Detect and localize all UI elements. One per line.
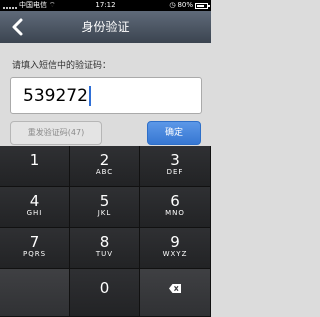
key-letters: GHI (26, 209, 43, 217)
battery-percent: 80% (177, 1, 193, 9)
key-8[interactable]: 8 TUV (70, 228, 140, 269)
key-number: 1 (29, 151, 40, 169)
key-letters: ABC (95, 168, 114, 176)
battery-fill (197, 4, 205, 7)
key-5[interactable]: 5 JKL (70, 187, 140, 228)
battery-icon (195, 2, 210, 9)
key-number: 3 (170, 151, 180, 169)
backspace-icon (169, 284, 181, 293)
delete-key[interactable] (140, 269, 211, 317)
key-letters: TUV (95, 250, 114, 258)
alarm-icon: ◷ (169, 1, 176, 9)
key-letters: JKL (97, 209, 112, 217)
key-letters: MNO (165, 209, 185, 217)
key-number: 4 (29, 192, 40, 210)
numeric-keypad: 1 2 ABC 3 DEF 4 GHI 5 JKL 6 MNO 7 PQRS 8 TUV 9W… (0, 146, 211, 317)
status-bar: 中国电信 ⌔ 17:12 ◷ 80% (0, 0, 211, 11)
key-number: 0 (99, 279, 110, 297)
key-9[interactable]: 9 WXYZ (140, 228, 211, 269)
key-blank (0, 269, 70, 317)
nav-bar: 身份验证 (0, 11, 211, 43)
resend-code-button[interactable]: 重发验证码(47) (10, 121, 102, 145)
code-prompt-label: 请填入短信中的验证码： (12, 61, 112, 71)
code-value: 539272 (23, 85, 88, 106)
key-letters: PQRS (22, 250, 47, 258)
key-number: 8 (99, 233, 110, 251)
key-number: 6 (170, 192, 180, 210)
verification-code-input[interactable]: 539272 (10, 77, 202, 114)
key-letters: DEF (166, 168, 184, 176)
key-4[interactable]: 4 GHI (0, 187, 70, 228)
key-0[interactable]: 0 (70, 269, 140, 317)
page-title: 身份验证 (81, 20, 130, 34)
key-number: 9 (170, 233, 180, 251)
key-number: 5 (99, 192, 110, 210)
confirm-button[interactable]: 确定 (147, 121, 201, 145)
key-7[interactable]: 7 PQRS (0, 228, 70, 269)
key-number: 7 (29, 233, 40, 251)
key-6[interactable]: 6 MNO (140, 187, 211, 228)
key-3[interactable]: 3 DEF (140, 146, 211, 187)
status-right: ◷ 80% (169, 0, 210, 11)
key-1[interactable]: 1 (0, 146, 70, 187)
key-2[interactable]: 2 ABC (70, 146, 140, 187)
key-letters: WXYZ (162, 250, 188, 258)
key-number: 2 (99, 151, 110, 169)
text-caret (88, 85, 91, 106)
